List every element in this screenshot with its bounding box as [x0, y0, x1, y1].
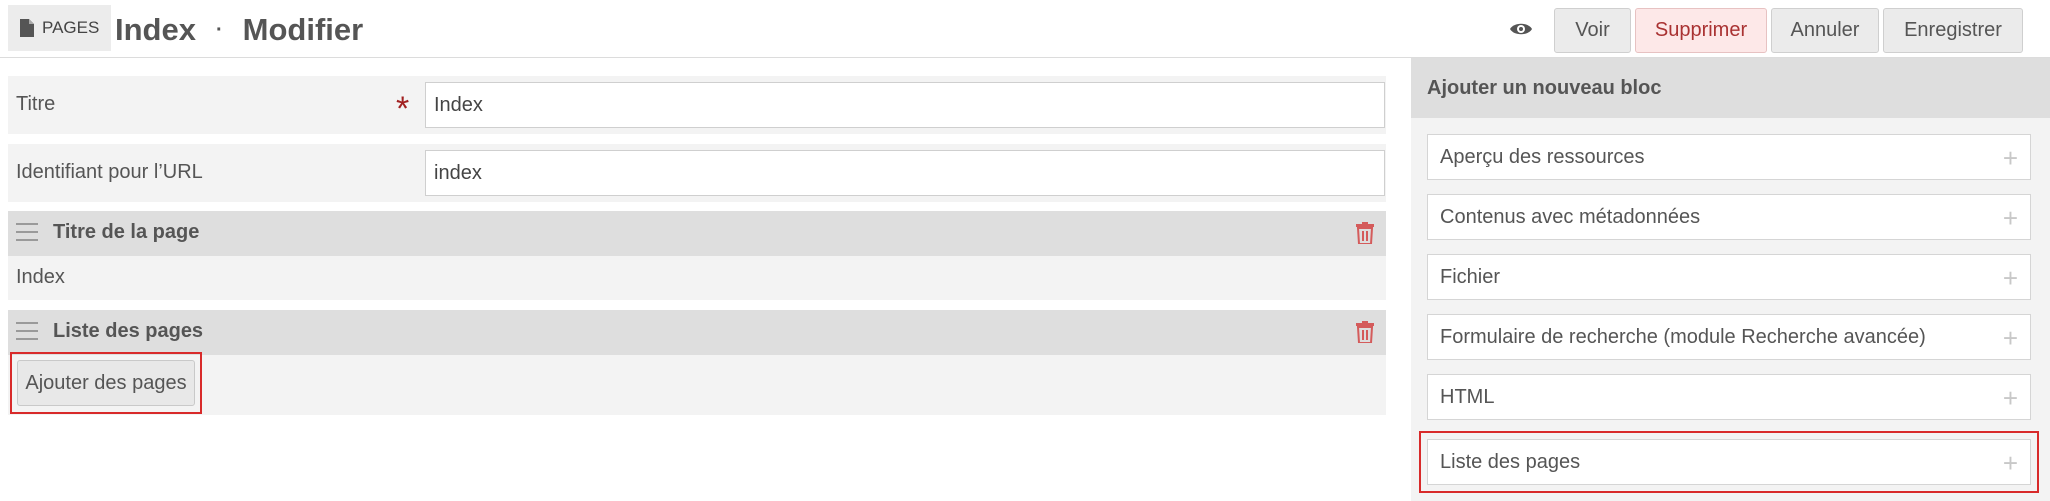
drag-handle-icon[interactable] [16, 322, 38, 342]
section-badge[interactable]: PAGES [8, 5, 112, 51]
save-button[interactable]: Enregistrer [1883, 8, 2023, 53]
add-block-item-label: Liste des pages [1440, 450, 1581, 473]
add-block-item[interactable]: Formulaire de recherche (module Recherch… [1427, 314, 2031, 360]
page-header: PAGES Index · Modifier Voir Supprimer An… [0, 0, 2050, 58]
add-pages-highlight: Ajouter des pages [10, 352, 202, 414]
delete-button[interactable]: Supprimer [1635, 8, 1767, 53]
add-block-item-label: Contenus avec métadonnées [1440, 205, 1701, 228]
plus-icon: + [2002, 263, 2018, 293]
add-pages-button[interactable]: Ajouter des pages [17, 360, 195, 406]
sidebar-title: Ajouter un nouveau bloc [1427, 77, 1662, 99]
block-title: Titre de la page [53, 221, 200, 243]
plus-icon: + [2002, 448, 2018, 478]
slug-field-row: Identifiant pour l’URL index [8, 144, 1386, 202]
add-block-item[interactable]: Contenus avec métadonnées + [1427, 194, 2031, 240]
title-separator: · [215, 18, 223, 41]
page-title-action: Modifier [242, 12, 364, 47]
title-field-row: Titre * Index [8, 76, 1386, 134]
trash-icon[interactable] [1356, 321, 1374, 343]
view-button[interactable]: Voir [1554, 8, 1631, 53]
block-body-page-list [8, 355, 1386, 415]
title-input[interactable]: Index [425, 82, 1385, 128]
add-block-item[interactable]: Fichier + [1427, 254, 2031, 300]
slug-field-label: Identifiant pour l’URL [16, 161, 203, 183]
block-title: Liste des pages [53, 320, 204, 342]
slug-input[interactable]: index [425, 150, 1385, 196]
add-block-item[interactable]: Liste des pages + [1427, 439, 2031, 485]
plus-icon: + [2002, 323, 2018, 353]
add-block-sidebar: Ajouter un nouveau bloc Aperçu des resso… [1411, 58, 2050, 501]
block-header-page-title: Titre de la page [8, 211, 1386, 256]
page-title: Index · Modifier [115, 10, 363, 50]
cancel-button[interactable]: Annuler [1771, 8, 1879, 53]
section-badge-label: PAGES [42, 18, 100, 37]
add-block-item-label: Formulaire de recherche (module Recherch… [1440, 325, 1926, 348]
drag-handle-icon[interactable] [16, 223, 38, 243]
add-block-item-label: Aperçu des ressources [1440, 145, 1645, 168]
add-block-item-label: Fichier [1440, 265, 1501, 288]
add-block-item-label: HTML [1440, 385, 1495, 408]
page-title-name: Index [115, 12, 196, 47]
block-content-text: Index [16, 266, 65, 288]
block-body-page-title: Index [8, 256, 1386, 300]
add-block-item[interactable]: Aperçu des ressources + [1427, 134, 2031, 180]
block-header-page-list: Liste des pages [8, 310, 1386, 355]
trash-icon[interactable] [1356, 222, 1374, 244]
required-marker: * [396, 90, 410, 128]
file-icon [20, 19, 34, 37]
plus-icon: + [2002, 383, 2018, 413]
title-field-label: Titre [16, 93, 56, 115]
plus-icon: + [2002, 143, 2018, 173]
eye-icon[interactable] [1508, 16, 1534, 42]
sidebar-header: Ajouter un nouveau bloc [1411, 58, 2050, 118]
plus-icon: + [2002, 203, 2018, 233]
add-block-item[interactable]: HTML + [1427, 374, 2031, 420]
